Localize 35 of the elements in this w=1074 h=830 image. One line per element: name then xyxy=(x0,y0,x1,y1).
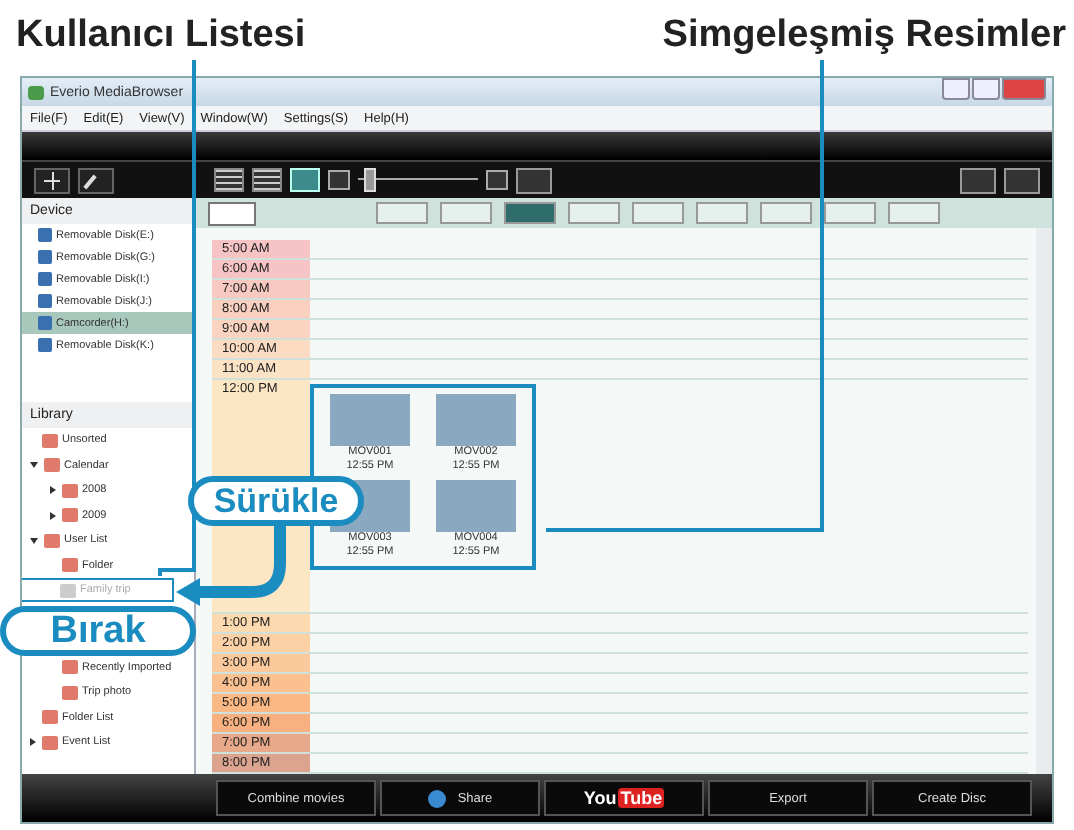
drop-tooltip: Bırak xyxy=(0,606,196,656)
nav-button[interactable] xyxy=(504,202,556,224)
display-button[interactable] xyxy=(516,167,552,193)
nav-button[interactable] xyxy=(696,202,748,224)
app-icon xyxy=(28,85,44,99)
expander-icon[interactable] xyxy=(30,537,38,544)
nav-button[interactable] xyxy=(824,202,876,224)
nav-button[interactable] xyxy=(440,202,492,224)
curved-arrow xyxy=(176,526,286,606)
maximize-button[interactable] xyxy=(972,78,1000,100)
drag-tooltip: Sürükle xyxy=(188,476,364,526)
add-icon[interactable] xyxy=(34,167,70,193)
edit-button[interactable] xyxy=(1004,167,1040,193)
callout-label: Simgeleşmiş Resimler xyxy=(662,14,1066,58)
expander-icon[interactable] xyxy=(50,486,56,495)
scrollbar[interactable] xyxy=(1036,228,1052,774)
wrench-icon[interactable] xyxy=(78,167,114,193)
minimize-button[interactable] xyxy=(942,78,970,100)
view-mode-button[interactable] xyxy=(214,168,244,192)
nav-button[interactable] xyxy=(632,202,684,224)
zoom-slider[interactable] xyxy=(358,168,478,192)
nav-button[interactable] xyxy=(376,202,428,224)
callout-label: Kullanıcı Listesi xyxy=(16,14,306,58)
nav-button[interactable] xyxy=(568,202,620,224)
expander-icon[interactable] xyxy=(30,462,38,469)
back-button[interactable] xyxy=(208,201,256,225)
slider-thumb[interactable] xyxy=(364,168,376,192)
expander-icon[interactable] xyxy=(30,738,36,747)
expander-icon[interactable] xyxy=(50,511,56,520)
nav-button[interactable] xyxy=(888,202,940,224)
nav-button[interactable] xyxy=(760,202,812,224)
youtube-button[interactable]: You Tube xyxy=(544,780,704,816)
globe-icon xyxy=(427,789,446,807)
view-mode-button[interactable] xyxy=(252,168,282,192)
layout-button[interactable] xyxy=(960,167,996,193)
